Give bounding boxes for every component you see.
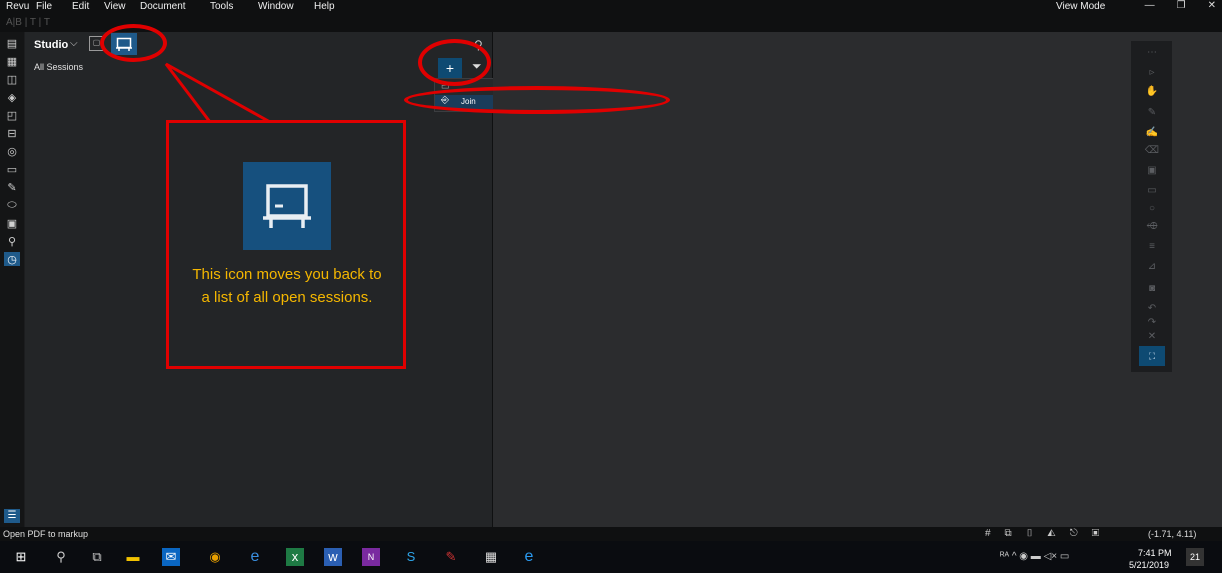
callout-text: This icon moves you back to a list of al… [192, 266, 382, 306]
annotation-callout: This icon moves you back to a list of al… [166, 120, 406, 369]
whiteboard-icon [243, 162, 331, 250]
